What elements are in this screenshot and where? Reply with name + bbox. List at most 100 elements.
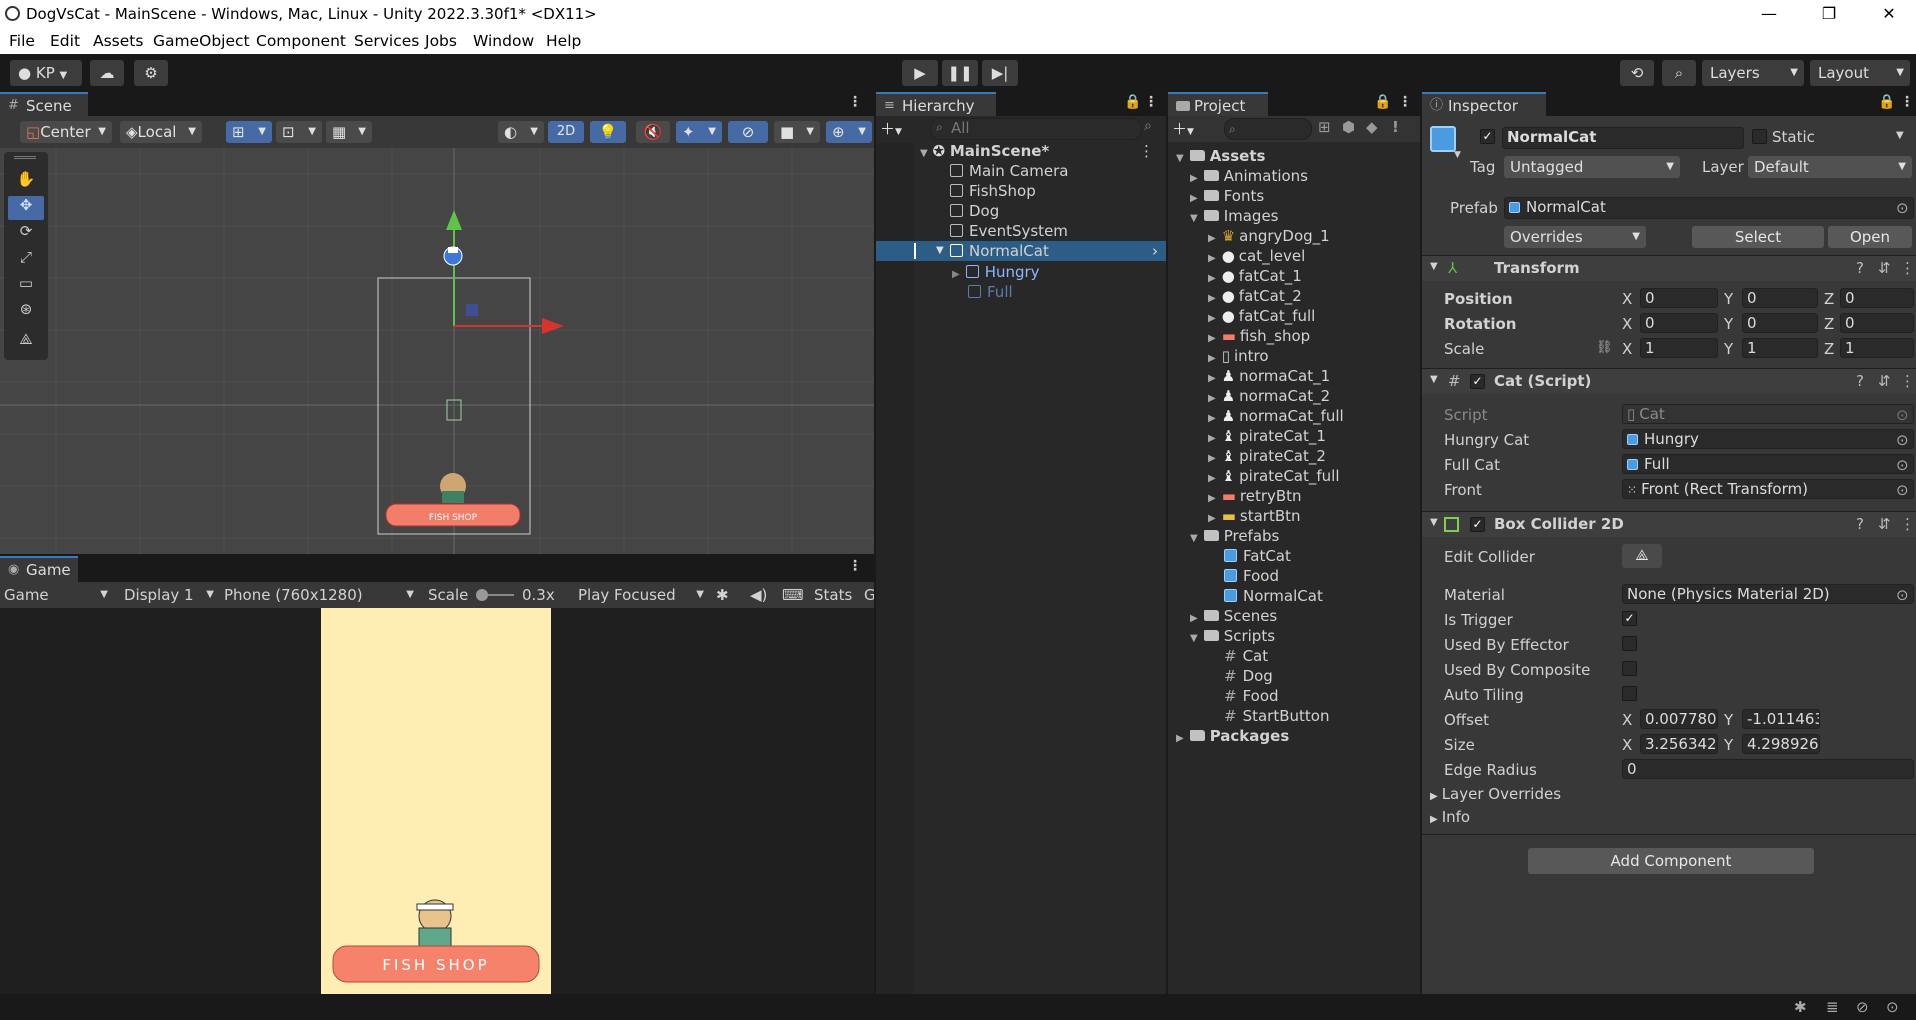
menu-file[interactable]: File (9, 32, 35, 50)
custom-tool-icon[interactable]: ⟁ (8, 330, 44, 354)
menu-jobs[interactable]: Jobs (425, 32, 457, 50)
account-dropdown[interactable]: ● KP ▼ (10, 60, 82, 86)
menu-help[interactable]: Help (546, 32, 581, 50)
shading-mode-icon[interactable]: ◐ ▼ (498, 121, 544, 143)
cache-server-icon[interactable]: ≣ (1826, 998, 1839, 1016)
component-menu-icon[interactable]: ⋮ (1900, 259, 1915, 277)
rect-tool-icon[interactable]: ▭ (8, 274, 44, 298)
warning-icon[interactable]: ! (1392, 118, 1399, 136)
menu-gameobject[interactable]: GameObject (153, 32, 250, 50)
lighting-icon[interactable]: 💡 (590, 121, 626, 143)
help-icon[interactable]: ? (1856, 259, 1864, 277)
menu-services[interactable]: Services (354, 32, 419, 50)
lighting-build-icon[interactable]: ⊘ (1856, 998, 1869, 1016)
info-foldout[interactable]: ▶ Info (1430, 808, 1470, 826)
cat-script-header[interactable]: ▼ # ✓ Cat (Script) ? ⇵ ⋮ (1422, 368, 1916, 394)
folder-fonts[interactable]: ▶ Fonts (1190, 186, 1264, 206)
2d-toggle[interactable]: 2D (548, 121, 584, 143)
tab-game[interactable]: ◉ Game (0, 556, 78, 582)
palette-handle-icon[interactable] (14, 156, 36, 159)
hidden-objects-icon[interactable]: ⊘ (728, 121, 768, 143)
audio-icon[interactable]: 🔇 (636, 121, 670, 143)
scale-z-input[interactable]: 1 (1840, 338, 1914, 358)
asset-cat-level[interactable]: ▶ ● cat_level (1208, 246, 1305, 266)
inspector-lock-icon[interactable]: 🔒 (1878, 94, 1895, 110)
hand-tool-icon[interactable]: ✋ (8, 170, 44, 194)
prefab-normalcat[interactable]: NormalCat (1224, 586, 1323, 606)
layout-dropdown[interactable]: Layout ▼ (1810, 60, 1910, 86)
hierarchy-item-eventsystem[interactable]: EventSystem (950, 221, 1068, 241)
add-component-button[interactable]: Add Component (1528, 848, 1814, 874)
select-button[interactable]: Select (1692, 226, 1824, 248)
hierarchy-item-dog[interactable]: Dog (950, 201, 999, 221)
effects-icon[interactable]: ✦ ▼ (676, 121, 722, 143)
asset-fatcat-1[interactable]: ▶ ● fatCat_1 (1208, 266, 1302, 286)
object-picker-icon[interactable]: ⊙ (1896, 456, 1909, 474)
rotation-y-input[interactable]: 0 (1742, 313, 1818, 333)
camera-icon[interactable]: ■ ▼ (774, 121, 820, 143)
hierarchy-menu-icon[interactable]: ⋮ (1144, 94, 1158, 110)
asset-normacat-full[interactable]: ▶ ♟ normaCat_full (1208, 406, 1344, 426)
bug-icon[interactable]: ✱ (716, 582, 729, 608)
component-menu-icon[interactable]: ⋮ (1900, 515, 1915, 533)
tag-icon[interactable]: ◆ (1366, 118, 1378, 136)
project-lock-icon[interactable]: 🔒 (1374, 94, 1391, 110)
full-cat-field[interactable]: Full (1622, 454, 1914, 474)
script-food[interactable]: # Food (1224, 686, 1279, 706)
script-dog[interactable]: # Dog (1224, 666, 1273, 686)
play-button[interactable]: ▶ (902, 60, 938, 86)
preset-icon[interactable]: ⇵ (1878, 259, 1891, 277)
pause-button[interactable]: ❚❚ (942, 60, 978, 86)
folder-images[interactable]: ▼ Images (1190, 206, 1279, 226)
gizmos-button[interactable]: G (864, 582, 874, 608)
minimize-button[interactable]: — (1746, 0, 1792, 28)
folder-scripts[interactable]: ▼ Scripts (1190, 626, 1275, 646)
icon-dropdown-icon[interactable]: ▼ (1454, 150, 1461, 160)
position-y-input[interactable]: 0 (1742, 288, 1818, 308)
project-menu-icon[interactable]: ⋮ (1398, 94, 1412, 110)
game-menu-icon[interactable]: ⋮ (848, 558, 862, 574)
stats-button[interactable]: Stats (814, 582, 852, 608)
search-by-label-icon[interactable]: ⬢ (1342, 118, 1355, 136)
pivot-dropdown[interactable]: ◱Center ▼ (20, 121, 112, 143)
asset-fatcat-2[interactable]: ▶ ● fatCat_2 (1208, 286, 1302, 306)
gizmos-icon[interactable]: ⊕ ▼ (826, 121, 872, 143)
menu-assets[interactable]: Assets (93, 32, 143, 50)
help-icon[interactable]: ? (1856, 372, 1864, 390)
hierarchy-item-full[interactable]: Full (968, 282, 1013, 302)
maximize-button[interactable]: ❐ (1806, 0, 1852, 28)
play-mode-dropdown[interactable]: Play Focused ▼ (578, 582, 706, 608)
front-field[interactable]: ⁙ Front (Rect Transform) (1622, 479, 1914, 499)
grid-visibility-icon[interactable]: ▦ ▼ (326, 121, 372, 143)
script-cat[interactable]: # Cat (1224, 646, 1268, 666)
script-startbutton[interactable]: # StartButton (1224, 706, 1329, 726)
menu-window[interactable]: Window (473, 32, 534, 50)
object-picker-icon[interactable]: ⊙ (1896, 199, 1909, 217)
asset-retrybtn[interactable]: ▶ ▬ retryBtn (1208, 486, 1302, 506)
help-icon[interactable]: ? (1856, 515, 1864, 533)
prefab-food[interactable]: Food (1224, 566, 1279, 586)
box-collider-enabled-checkbox[interactable]: ✓ (1470, 517, 1485, 532)
transform-header[interactable]: ▼ ⅄ Transform ? ⇵ ⋮ (1422, 255, 1916, 281)
scene-viewport[interactable]: FISH SHOP ✋ ✥ ⟳ ⤢ ▭ ⊛ ⟁ (0, 148, 874, 554)
auto-generate-icon[interactable]: ⊙ (1886, 998, 1899, 1016)
asset-piratecat-1[interactable]: ▶ ♝ pirateCat_1 (1208, 426, 1326, 446)
position-z-input[interactable]: 0 (1840, 288, 1914, 308)
layer-dropdown[interactable]: Default ▼ (1748, 156, 1912, 178)
asset-fish-shop[interactable]: ▶ ▬ fish_shop (1208, 326, 1310, 346)
object-picker-icon[interactable]: ⊙ (1896, 586, 1909, 604)
preset-icon[interactable]: ⇵ (1878, 372, 1891, 390)
folder-scenes[interactable]: ▶ Scenes (1190, 606, 1277, 626)
scene-menu-icon[interactable]: ⋮ (848, 94, 862, 110)
component-menu-icon[interactable]: ⋮ (1900, 372, 1915, 390)
object-name-input[interactable]: NormalCat (1502, 127, 1744, 149)
hierarchy-lock-icon[interactable]: 🔒 (1124, 94, 1141, 110)
object-picker-icon[interactable]: ⊙ (1896, 431, 1909, 449)
tab-inspector[interactable]: ⓘ Inspector (1422, 92, 1546, 116)
asset-piratecat-2[interactable]: ▶ ♝ pirateCat_2 (1208, 446, 1326, 466)
box-collider-header[interactable]: ▼ ✓ Box Collider 2D ? ⇵ ⋮ (1422, 511, 1916, 537)
increment-snap-icon[interactable]: ⊡ ▼ (276, 121, 322, 143)
folder-packages[interactable]: ▶ Packages (1176, 726, 1289, 746)
keyboard-icon[interactable]: ⌨ (782, 582, 804, 608)
cat-script-enabled-checkbox[interactable]: ✓ (1470, 374, 1485, 389)
